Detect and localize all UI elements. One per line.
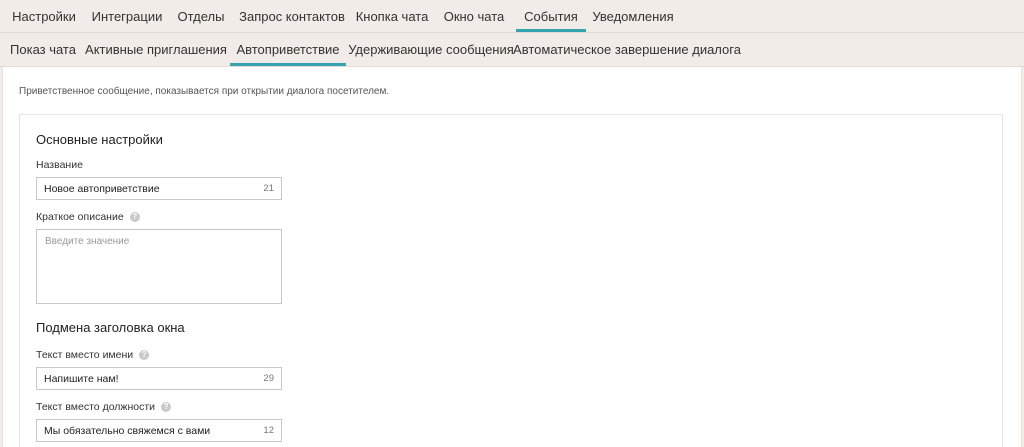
name-text-label-text: Текст вместо имени [36, 349, 134, 361]
tab-settings[interactable]: Настройки [4, 0, 84, 32]
subtab-retaining-messages[interactable]: Удерживающие сообщения [346, 33, 516, 66]
description-textarea[interactable]: Введите значение [36, 229, 282, 304]
tab-events[interactable]: События [516, 0, 586, 32]
subtab-chat-display[interactable]: Показ чата [4, 33, 82, 66]
tab-notifications[interactable]: Уведомления [586, 0, 680, 32]
basic-settings-title: Основные настройки [36, 132, 163, 147]
subtab-auto-dialog-end[interactable]: Автоматическое завершение диалога [513, 33, 741, 66]
description-label-text: Краткое описание [36, 211, 124, 223]
name-char-counter: 21 [263, 183, 274, 194]
subtab-auto-greeting[interactable]: Автоприветствие [230, 33, 346, 66]
position-text-label-text: Текст вместо должности [36, 401, 156, 413]
name-text-char-counter: 29 [263, 373, 274, 384]
position-text-input[interactable]: Мы обязательно свяжемся с вами 12 [36, 419, 282, 442]
window-title-section-title: Подмена заголовка окна [36, 320, 185, 335]
help-icon[interactable]: ? [139, 350, 150, 360]
top-navigation: Настройки Интеграции Отделы Запрос конта… [0, 0, 1024, 33]
intro-text: Приветственное сообщение, показывается п… [19, 86, 390, 97]
name-input-value: Новое автоприветствие [44, 182, 160, 195]
position-text-input-value: Мы обязательно свяжемся с вами [44, 424, 211, 437]
tab-integrations[interactable]: Интеграции [84, 0, 170, 32]
name-label-text: Название [36, 159, 83, 171]
tab-departments[interactable]: Отделы [170, 0, 232, 32]
name-input[interactable]: Новое автоприветствие 21 [36, 177, 282, 200]
position-text-char-counter: 12 [263, 425, 274, 436]
tab-contact-request[interactable]: Запрос контактов [232, 0, 352, 32]
subtab-active-invitations[interactable]: Активные приглашения [82, 33, 230, 66]
name-text-field-label: Текст вместо имени ? [36, 349, 150, 361]
sub-navigation: Показ чата Активные приглашения Автоприв… [0, 33, 1024, 67]
tab-chat-button[interactable]: Кнопка чата [352, 0, 432, 32]
help-icon[interactable]: ? [161, 402, 172, 412]
tab-chat-window[interactable]: Окно чата [432, 0, 516, 32]
description-placeholder: Введите значение [45, 236, 130, 247]
position-text-field-label: Текст вместо должности ? [36, 401, 172, 413]
description-field-label: Краткое описание ? [36, 211, 140, 223]
help-icon[interactable]: ? [129, 212, 140, 222]
name-text-input[interactable]: Напишите нам! 29 [36, 367, 282, 390]
name-text-input-value: Напишите нам! [44, 372, 119, 385]
name-field-label: Название [36, 159, 83, 171]
